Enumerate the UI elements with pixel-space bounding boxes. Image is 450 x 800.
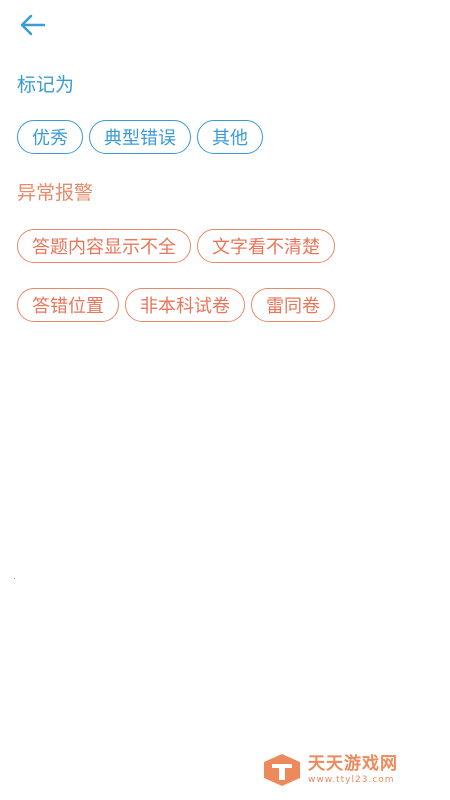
alert-chip-row-2: 答错位置 非本科试卷 雷同卷 [17,288,335,322]
chip-typical-error[interactable]: 典型错误 [89,120,191,154]
chip-wrong-position[interactable]: 答错位置 [17,288,119,322]
chip-content-incomplete[interactable]: 答题内容显示不全 [17,229,191,263]
chip-not-this-subject[interactable]: 非本科试卷 [125,288,245,322]
stray-dot [14,578,15,579]
mark-as-title: 标记为 [17,74,75,96]
back-button[interactable] [18,10,58,40]
alert-chip-row-1: 答题内容显示不全 文字看不清楚 [17,229,335,263]
watermark-logo-icon [264,754,300,786]
alert-title: 异常报警 [17,182,94,204]
chip-duplicate-paper[interactable]: 雷同卷 [251,288,335,322]
chip-other[interactable]: 其他 [197,120,263,154]
watermark-url: www.ttyl23.com [308,774,395,785]
mark-chip-row: 优秀 典型错误 其他 [17,120,263,154]
watermark: 天天游戏网 www.ttyl23.com [262,752,398,788]
arrow-left-icon [20,14,46,36]
chip-excellent[interactable]: 优秀 [17,120,83,154]
watermark-name: 天天游戏网 [308,753,398,774]
chip-text-unclear[interactable]: 文字看不清楚 [197,229,335,263]
